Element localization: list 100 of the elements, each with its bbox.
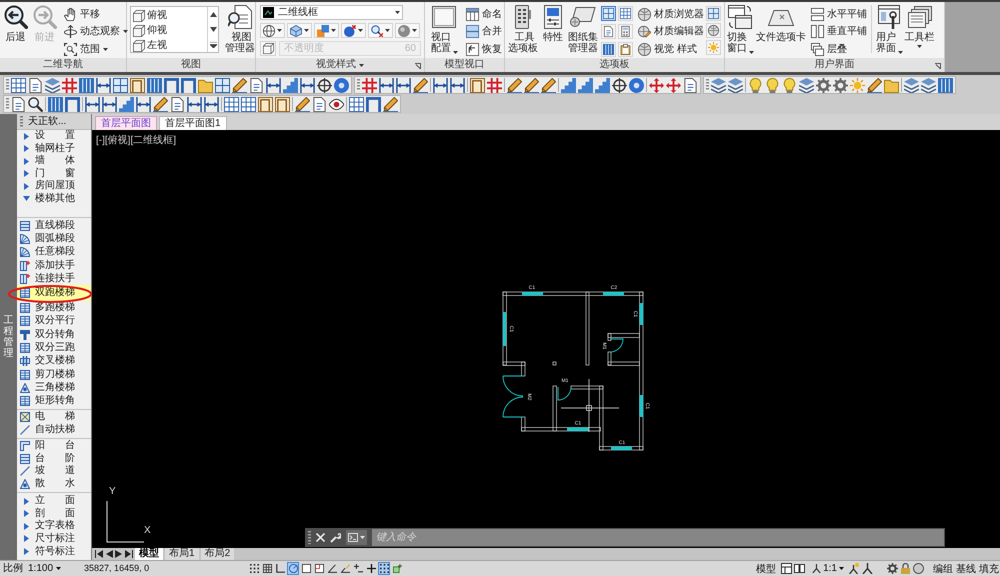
eye-icon[interactable] (329, 96, 344, 112)
dimension-icon[interactable] (266, 78, 281, 92)
menu-item[interactable]: 添加扶手 (17, 258, 91, 272)
command-input[interactable]: 键入命令 (372, 529, 944, 546)
hash-icon[interactable] (62, 78, 77, 92)
dimension-icon[interactable] (85, 96, 100, 112)
close-icon[interactable] (316, 533, 325, 542)
status-toggle[interactable] (365, 562, 378, 575)
status-toggle[interactable] (261, 562, 274, 575)
document-icon[interactable] (249, 78, 264, 92)
dialog-launcher-icon[interactable] (415, 63, 421, 69)
door-icon[interactable] (258, 96, 273, 112)
layers-icon[interactable] (728, 78, 743, 92)
menu-item[interactable]: 双分转角 (17, 328, 91, 342)
crosshair-icon[interactable] (612, 78, 627, 92)
menu-item[interactable]: 电 梯 (17, 410, 91, 424)
menu-item[interactable]: 文字表格 (17, 520, 91, 533)
layers-icon[interactable] (904, 78, 919, 92)
pencil-icon[interactable] (867, 78, 882, 92)
layout-tab[interactable]: 布局1 (165, 548, 199, 560)
document-icon[interactable] (170, 96, 185, 112)
menu-item[interactable]: 自动扶梯 (17, 424, 91, 437)
menu-item[interactable]: 立 面 (17, 494, 91, 508)
cube-button[interactable] (260, 41, 276, 56)
vertical-tab[interactable]: 工程管理 (4, 315, 14, 359)
columns-icon[interactable] (938, 78, 953, 92)
tool-button[interactable]: 垂直平铺 (811, 24, 867, 40)
dimension-icon[interactable] (300, 78, 315, 92)
menu-item[interactable]: 交叉楼梯 (17, 354, 91, 368)
tool-button[interactable]: 材质编辑器 (638, 24, 704, 40)
menu-item[interactable]: 圆弧梯段 (17, 232, 91, 246)
move-arrows-icon[interactable] (666, 78, 681, 92)
status-toggle[interactable] (391, 562, 404, 575)
menu-item[interactable]: 连接扶手 (17, 272, 91, 286)
frame-icon[interactable] (65, 96, 80, 112)
tool-button[interactable]: 材质浏览器 (638, 6, 704, 22)
scroll-up-icon[interactable] (210, 12, 216, 17)
dimension-icon[interactable] (433, 78, 448, 92)
toolbar-grip-icon[interactable] (6, 79, 9, 91)
hash-icon[interactable] (362, 78, 377, 92)
document-icon[interactable] (312, 96, 327, 112)
menu-item[interactable]: 剪刀楼梯 (17, 368, 91, 382)
sheet-set-button[interactable]: 图纸集管理器 (567, 5, 599, 58)
crosshair-icon[interactable] (317, 78, 332, 92)
table-icon[interactable] (349, 96, 364, 112)
list-item[interactable]: 仰视 (131, 23, 207, 38)
status-toggle[interactable] (287, 562, 300, 575)
document-icon[interactable] (11, 96, 26, 112)
status-toggle[interactable] (274, 562, 286, 575)
pencil-icon[interactable] (232, 78, 247, 92)
menu-item[interactable]: 轴网柱子 (17, 142, 91, 155)
model-space-button[interactable]: 模型 (755, 562, 778, 576)
status-button[interactable]: 编组 (932, 562, 954, 576)
layout-tab[interactable]: 布局2 (200, 548, 234, 560)
palette-tool-button[interactable] (706, 23, 721, 38)
first-tab-icon[interactable] (95, 550, 103, 558)
status-toggle[interactable] (378, 562, 390, 575)
frame-icon[interactable] (181, 78, 196, 92)
lock-icon[interactable] (900, 563, 911, 574)
menu-item[interactable]: 直线梯段 (17, 219, 91, 232)
menu-item[interactable]: 墙 体 (17, 155, 91, 168)
status-button[interactable]: 填充 (978, 562, 1000, 576)
style-dropdown[interactable]: 二维线框 (260, 5, 403, 20)
dimension-icon[interactable] (204, 96, 219, 112)
columns-icon[interactable] (147, 78, 162, 92)
annotation-scale-button[interactable]: 1:1 (811, 562, 845, 576)
bulb-icon[interactable] (748, 78, 763, 92)
palette-toggle[interactable] (601, 6, 616, 21)
door-icon[interactable] (470, 78, 485, 92)
menu-item[interactable]: 任意梯段 (17, 246, 91, 259)
tool-button[interactable]: 层叠 (811, 41, 867, 57)
dimension-icon[interactable] (187, 96, 202, 112)
menu-item[interactable]: 矩形转角 (17, 394, 91, 408)
view-manager-button[interactable]: 视图管理器 (223, 5, 257, 58)
menu-item[interactable]: 门 窗 (17, 168, 91, 180)
properties-button[interactable]: 特性 (541, 5, 565, 58)
command-prompt-button[interactable] (346, 530, 367, 545)
tool-button[interactable]: 视觉 样式 (638, 41, 704, 57)
list-item[interactable]: 左视 (131, 38, 207, 53)
tool-button[interactable]: 范围 (64, 41, 128, 57)
wrench-icon[interactable] (330, 532, 341, 543)
style-tool-button[interactable] (287, 23, 312, 38)
window-icon[interactable] (113, 78, 128, 92)
folder-icon[interactable] (884, 78, 899, 92)
layers-icon[interactable] (711, 78, 726, 92)
dimension-icon[interactable] (379, 78, 394, 92)
menu-item[interactable]: 符号标注 (17, 545, 91, 558)
menu-item[interactable]: 房间屋顶 (17, 180, 91, 192)
menu-item[interactable]: 坡 道 (17, 464, 91, 478)
file-tab[interactable]: 首层平面图 (95, 116, 157, 130)
menu-item[interactable]: 双分三跑 (17, 341, 91, 355)
pencil-icon[interactable] (541, 78, 556, 92)
stairs-icon[interactable] (119, 96, 134, 112)
toolbars-button[interactable]: 工具栏 (904, 5, 935, 58)
two-panes-icon[interactable] (794, 563, 806, 574)
menu-item[interactable]: 三角楼梯 (17, 381, 91, 395)
status-toggle[interactable] (326, 562, 338, 575)
file-tabs-button[interactable]: 文件选项卡 (755, 5, 807, 58)
back-button[interactable]: 后退 (2, 5, 29, 58)
gear-icon[interactable] (816, 78, 831, 92)
